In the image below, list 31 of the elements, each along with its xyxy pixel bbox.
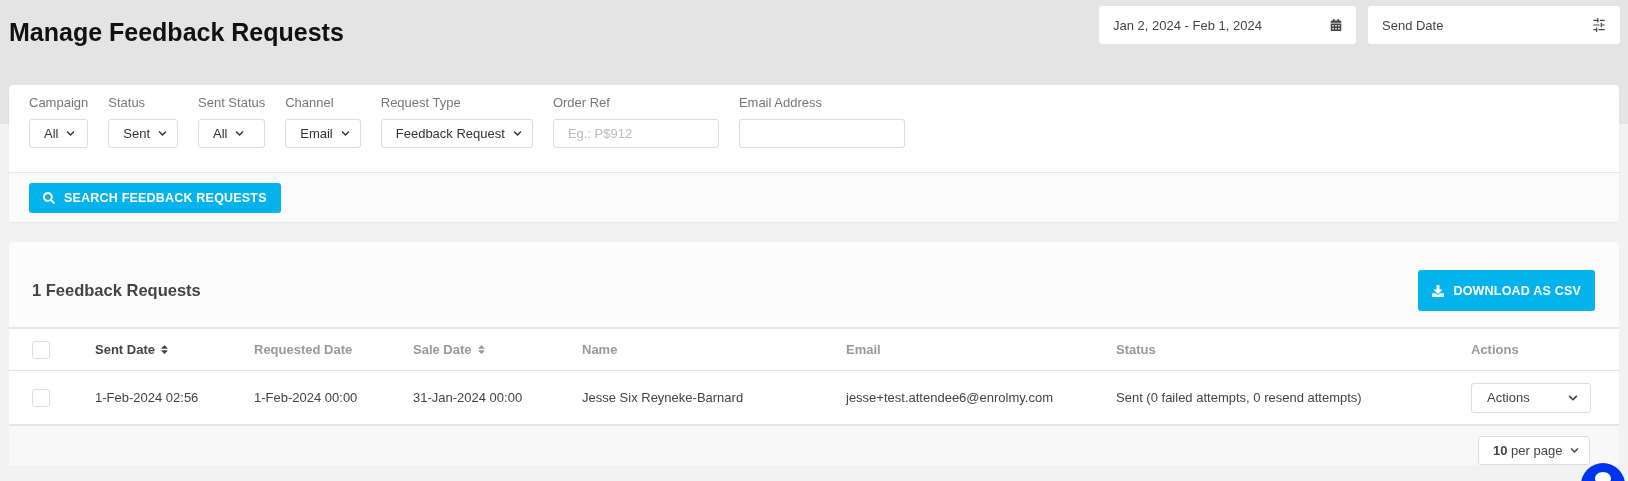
table-cell-text: Sent (0 failed attempts, 0 resend attempts) [1116, 390, 1363, 405]
filter-label: Channel [285, 95, 335, 110]
page-size-select[interactable]: 10 per page [1478, 436, 1590, 465]
filter-label: Request Type [380, 95, 462, 110]
filter-select[interactable]: All [198, 119, 266, 148]
table-cell-text: Jesse Six Reyneke-Barnard [582, 390, 745, 405]
column-header: Status [1116, 342, 1157, 357]
filter-input[interactable]: Eg.: P$912 [552, 119, 719, 148]
column-header: Email [846, 342, 882, 357]
table-cell-text: 31-Jan-2024 00:00 [413, 390, 524, 405]
table-cell-text: 1-Feb-2024 00:00 [254, 390, 359, 405]
filter-select[interactable]: All [29, 119, 89, 148]
filter-label: Order Ref [552, 95, 611, 110]
date-range-picker[interactable]: Jan 2, 2024 - Feb 1, 2024 [1099, 6, 1356, 44]
date-type-select[interactable]: Send Date [1368, 6, 1620, 44]
results-title: 1 Feedback Requests [32, 281, 201, 300]
column-header: Requested Date [254, 342, 354, 357]
column-header[interactable]: Sent Date [95, 342, 254, 357]
filter-label: Campaign [29, 95, 89, 110]
page-title: Manage Feedback Requests [9, 18, 344, 47]
filter-select[interactable]: Email [285, 119, 361, 148]
filter-select[interactable]: Feedback Request [380, 119, 533, 148]
filter-label: Sent Status [198, 95, 266, 110]
column-header: Name [582, 342, 619, 357]
filter-label: Status [108, 95, 147, 110]
filter-select[interactable]: Sent [108, 119, 178, 148]
table-cell-text: 1-Feb-2024 02:56 [95, 390, 200, 405]
filter-label: Email Address [738, 95, 823, 110]
table-cell-text: jesse+test.attendee6@enrolmy.com [846, 390, 1054, 405]
column-header: Actions [1471, 342, 1520, 357]
actions-dropdown[interactable]: Actions [1471, 382, 1591, 413]
